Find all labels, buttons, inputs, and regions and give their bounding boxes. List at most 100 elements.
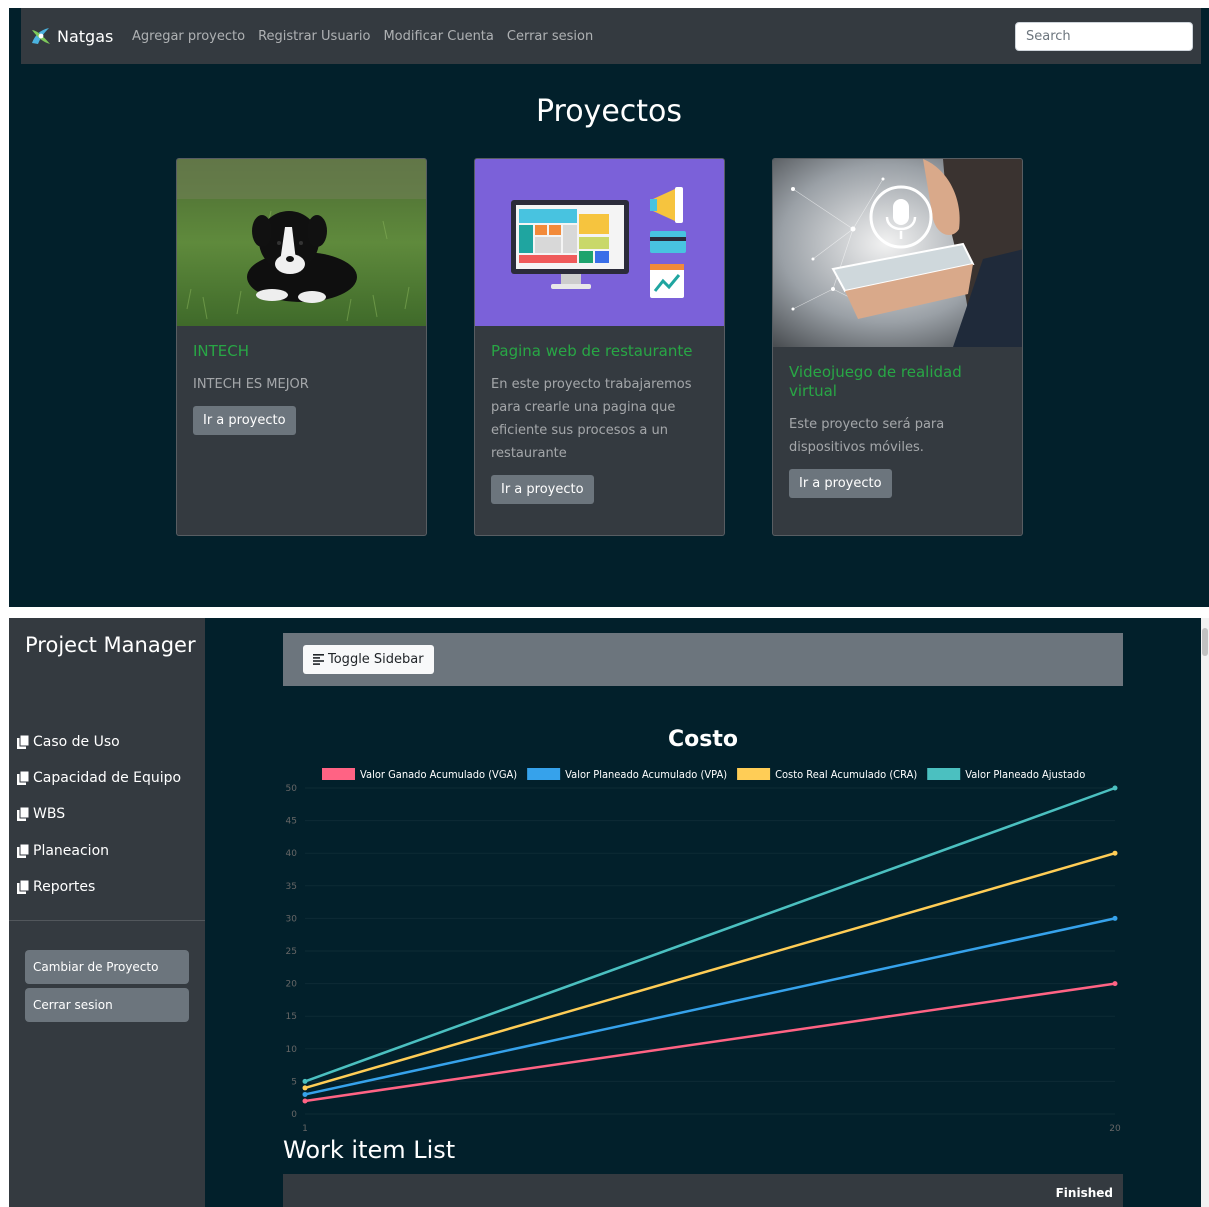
nav-link-modificar-cuenta[interactable]: Modificar Cuenta	[383, 29, 493, 44]
align-left-icon	[313, 654, 324, 665]
project-manager-page: Project Manager Caso de Uso Capacidad de…	[9, 618, 1201, 1207]
chart-legend: Valor Ganado Acumulado (VGA) Valor Planea…	[322, 768, 1086, 781]
sidebar-divider	[9, 920, 205, 921]
chart-plot-area	[302, 785, 1118, 1104]
search-input[interactable]	[1015, 22, 1193, 51]
y-tick-label: 25	[286, 947, 297, 957]
y-tick-label: 40	[286, 849, 298, 859]
copy-icon	[17, 844, 30, 858]
x-tick-label: 20	[1109, 1124, 1121, 1134]
copy-icon	[17, 807, 30, 821]
chart-x-axis: 1 20	[302, 1124, 1121, 1134]
legend-label: Valor Ganado Acumulado (VGA)	[360, 768, 517, 781]
sidebar-item-label: Planeacion	[33, 843, 110, 859]
series-line	[304, 982, 1116, 1103]
series-line	[304, 917, 1116, 1096]
copy-icon	[17, 735, 30, 749]
y-tick-label: 35	[286, 882, 297, 892]
sidebar-item-reportes[interactable]: Reportes	[17, 876, 95, 898]
sidebar-item-planeacion[interactable]: Planeacion	[17, 840, 109, 862]
y-tick-label: 30	[286, 914, 298, 924]
legend-item[interactable]: Valor Planeado Acumulado (VPA)	[527, 768, 727, 781]
x-tick-label: 1	[302, 1124, 308, 1134]
voice-assistant-photo-image	[773, 159, 1022, 347]
y-tick-label: 5	[291, 1077, 297, 1087]
nav-link-cerrar-sesion[interactable]: Cerrar sesion	[507, 29, 593, 44]
data-point[interactable]	[1112, 915, 1118, 921]
web-dashboard-illustration-image	[475, 159, 724, 326]
data-point[interactable]	[302, 1091, 308, 1097]
work-item-table: Finished	[283, 1174, 1123, 1207]
go-to-project-button[interactable]: Ir a proyecto	[789, 469, 892, 498]
top-bar: Toggle Sidebar	[283, 633, 1123, 686]
chart-y-axis: 0 5 10 15 20 25 30 35 40 45 50	[286, 784, 1115, 1120]
puppy-photo-image	[177, 159, 426, 326]
sidebar: Project Manager Caso de Uso Capacidad de…	[9, 618, 205, 1207]
legend-label: Valor Planeado Acumulado (VPA)	[565, 768, 727, 781]
data-point[interactable]	[302, 1085, 308, 1091]
data-point[interactable]	[1112, 981, 1118, 987]
change-project-button[interactable]: Cambiar de Proyecto	[25, 950, 189, 984]
data-point[interactable]	[1112, 785, 1118, 791]
project-card: Videojuego de realidad virtual Este proy…	[772, 158, 1023, 536]
copy-icon	[17, 880, 30, 894]
nav-link-registrar-usuario[interactable]: Registrar Usuario	[258, 29, 370, 44]
data-point[interactable]	[302, 1098, 308, 1104]
nav-link-agregar-proyecto[interactable]: Agregar proyecto	[132, 29, 245, 44]
y-tick-label: 50	[286, 784, 298, 794]
chart-title: Costo	[668, 727, 738, 752]
card-text: Este proyecto será para dispositivos móv…	[789, 417, 945, 455]
legend-swatch	[322, 768, 355, 780]
sidebar-title: Project Manager	[25, 633, 196, 657]
legend-swatch	[527, 768, 561, 780]
page-title: Proyectos	[535, 94, 683, 129]
card-title: Pagina web de restaurante	[491, 342, 693, 360]
sidebar-item-caso-de-uso[interactable]: Caso de Uso	[17, 731, 120, 753]
data-point[interactable]	[302, 1078, 308, 1084]
go-to-project-button[interactable]: Ir a proyecto	[491, 475, 594, 504]
work-item-list-title: Work item List	[283, 1136, 456, 1164]
toggle-sidebar-label: Toggle Sidebar	[328, 652, 424, 667]
y-tick-label: 20	[286, 980, 298, 990]
cost-line-chart: Costo Valor Ganado Acumulado (VGA) Valor …	[286, 727, 1121, 1134]
toggle-sidebar-button[interactable]: Toggle Sidebar	[303, 645, 434, 674]
y-tick-label: 15	[286, 1012, 297, 1022]
sidebar-item-label: Caso de Uso	[33, 734, 120, 750]
project-card: Pagina web de restaurante En este proyec…	[474, 158, 725, 536]
card-title: Videojuego de realidad virtual	[789, 363, 962, 400]
vertical-scrollbar[interactable]	[1201, 618, 1209, 1207]
legend-label: Costo Real Acumulado (CRA)	[775, 768, 917, 781]
legend-item[interactable]: Valor Ganado Acumulado (VGA)	[322, 768, 517, 781]
card-text: INTECH ES MEJOR	[193, 377, 309, 392]
brand[interactable]: Natgas	[29, 22, 113, 50]
y-tick-label: 0	[291, 1110, 297, 1120]
table-header-finished: Finished	[1055, 1186, 1113, 1200]
go-to-project-button[interactable]: Ir a proyecto	[193, 406, 296, 435]
sidebar-item-label: Reportes	[33, 879, 96, 895]
legend-swatch	[927, 768, 961, 780]
series-line	[304, 786, 1116, 1083]
project-card: INTECH INTECH ES MEJOR Ir a proyecto	[176, 158, 427, 536]
series-line	[304, 851, 1116, 1090]
projects-page: Natgas Agregar proyecto Registrar Usuari…	[9, 8, 1209, 607]
y-tick-label: 10	[286, 1045, 298, 1055]
legend-swatch	[737, 768, 771, 780]
natgas-logo-icon	[32, 28, 50, 44]
sidebar-item-capacidad-de-equipo[interactable]: Capacidad de Equipo	[17, 767, 181, 789]
sidebar-item-label: WBS	[33, 806, 66, 822]
card-text: En este proyecto trabajaremos para crear…	[491, 377, 692, 461]
card-title: INTECH	[193, 342, 250, 360]
y-tick-label: 45	[286, 817, 297, 827]
data-point[interactable]	[1112, 850, 1118, 856]
navbar: Natgas Agregar proyecto Registrar Usuari…	[21, 8, 1201, 64]
legend-item[interactable]: Costo Real Acumulado (CRA)	[737, 768, 917, 781]
sidebar-item-label: Capacidad de Equipo	[33, 770, 182, 786]
brand-name: Natgas	[57, 26, 114, 46]
legend-label: Valor Planeado Ajustado	[965, 768, 1085, 781]
nav-links: Agregar proyecto Registrar Usuario Modif…	[132, 8, 606, 64]
legend-item[interactable]: Valor Planeado Ajustado	[927, 768, 1086, 781]
logout-button[interactable]: Cerrar sesion	[25, 988, 189, 1022]
copy-icon	[17, 771, 30, 785]
scrollbar-thumb[interactable]	[1202, 628, 1208, 656]
sidebar-item-wbs[interactable]: WBS	[17, 803, 65, 825]
